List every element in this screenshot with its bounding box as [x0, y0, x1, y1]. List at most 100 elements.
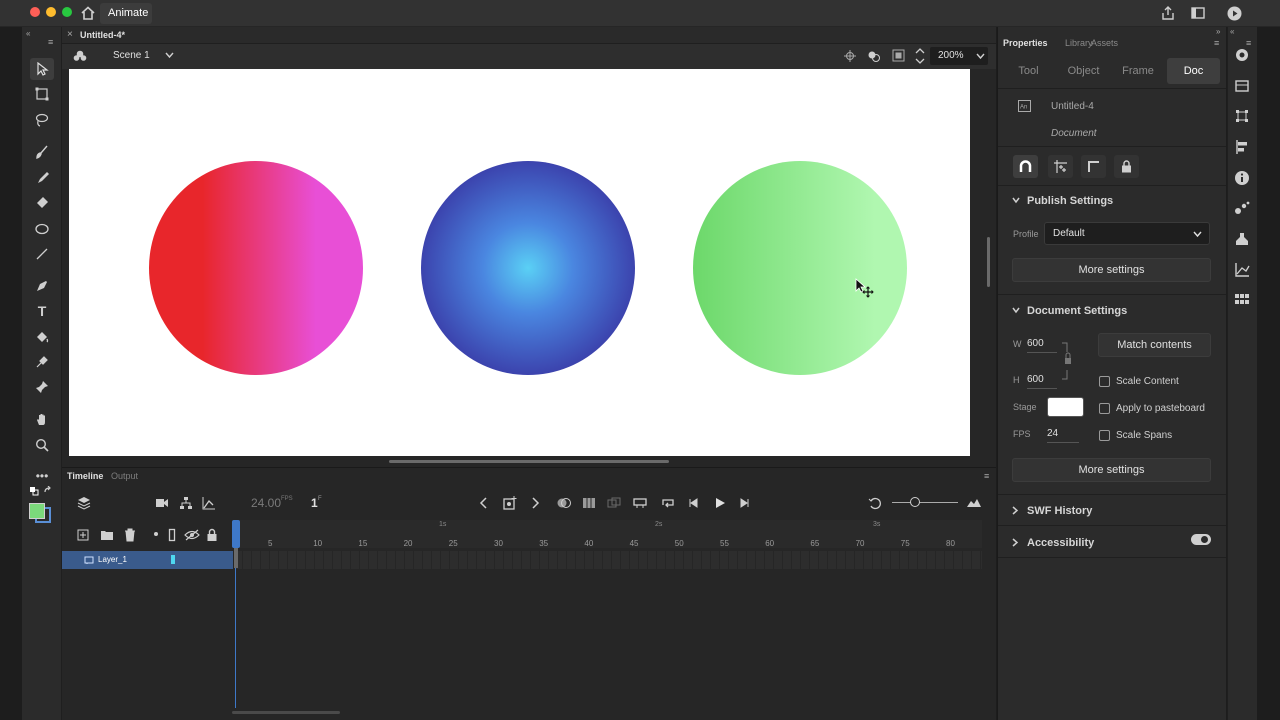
vertical-scrollbar[interactable] [987, 237, 990, 287]
width-input[interactable]: 600 [1027, 338, 1044, 349]
layer-frames[interactable] [234, 551, 982, 569]
red-pink-gradient-circle[interactable] [149, 161, 363, 375]
scene-name[interactable]: Scene 1 [113, 50, 150, 61]
timeline-scrollbar[interactable] [232, 711, 340, 714]
create-tween-icon[interactable] [607, 497, 621, 509]
insert-blank-keyframe-icon[interactable] [633, 497, 647, 509]
fps-input[interactable]: 24 [1047, 428, 1058, 439]
graph-icon[interactable] [202, 496, 216, 510]
scale-spans-label[interactable]: Scale Spans [1116, 430, 1172, 441]
current-frame[interactable]: 1 [311, 496, 318, 510]
pen-tool-icon[interactable] [30, 275, 54, 297]
panel-menu-icon[interactable]: ≡ [984, 471, 989, 481]
blue-radial-gradient-circle[interactable] [421, 161, 635, 375]
lasso-tool-icon[interactable] [30, 109, 54, 131]
layer-parenting-icon[interactable] [179, 496, 193, 510]
components-panel-icon[interactable] [1234, 231, 1250, 247]
swatches-panel-icon[interactable] [1234, 292, 1250, 308]
paint-brush-tool-icon[interactable] [30, 141, 54, 163]
free-transform-tool-icon[interactable] [30, 83, 54, 105]
timeline-tab[interactable]: Timeline [67, 471, 103, 481]
more-tools-icon[interactable]: ••• [30, 465, 54, 487]
previous-keyframe-icon[interactable] [479, 497, 489, 509]
oval-tool-icon[interactable] [30, 218, 54, 240]
stage[interactable] [69, 69, 970, 456]
accessibility-toggle[interactable] [1191, 534, 1211, 545]
line-tool-icon[interactable] [30, 243, 54, 265]
publish-more-settings-button[interactable]: More settings [1012, 258, 1211, 282]
clip-content-icon[interactable] [892, 49, 905, 62]
tab-object[interactable]: Object [1058, 58, 1109, 84]
new-layer-icon[interactable] [77, 529, 89, 541]
maximize-window-button[interactable] [62, 7, 72, 17]
home-icon[interactable] [81, 6, 95, 20]
fps-value[interactable]: 24.00 [251, 496, 281, 510]
panel-menu-icon[interactable]: ≡ [48, 37, 53, 47]
insert-keyframe-icon[interactable] [503, 496, 517, 510]
properties-tab[interactable]: Properties [1003, 38, 1048, 48]
frame-ruler[interactable] [234, 520, 982, 548]
chevron-right-icon[interactable] [1012, 538, 1019, 547]
swap-colors-icon[interactable] [43, 486, 53, 496]
collapse-icon[interactable]: « [1230, 27, 1234, 36]
document-more-settings-button[interactable]: More settings [1012, 458, 1211, 482]
outline-toggle-icon[interactable] [168, 528, 176, 542]
library-tab[interactable]: Library [1065, 38, 1093, 48]
playhead[interactable] [232, 520, 240, 548]
layer-row[interactable]: Layer_1 [62, 551, 233, 569]
layers-icon[interactable] [77, 496, 91, 510]
default-colors-icon[interactable] [29, 486, 39, 496]
swf-history-header[interactable]: SWF History [1027, 505, 1092, 517]
eraser-tool-icon[interactable] [30, 191, 54, 213]
fit-frames-icon[interactable] [966, 496, 982, 508]
collapse-icon[interactable]: « [26, 29, 30, 38]
center-stage-icon[interactable] [844, 50, 856, 62]
tab-doc[interactable]: Doc [1167, 58, 1220, 84]
selection-tool-icon[interactable] [30, 58, 54, 80]
horizontal-scrollbar[interactable] [389, 460, 669, 463]
close-window-button[interactable] [30, 7, 40, 17]
text-tool-icon[interactable]: T [30, 300, 54, 322]
scale-spans-checkbox[interactable] [1099, 430, 1110, 441]
rulers-button[interactable] [1048, 155, 1073, 178]
frame-scale-slider-track[interactable] [892, 502, 958, 503]
motion-presets-icon[interactable] [1234, 200, 1250, 216]
layer-name[interactable]: Layer_1 [98, 555, 127, 564]
next-keyframe-icon[interactable] [530, 497, 540, 509]
new-folder-icon[interactable] [100, 529, 114, 541]
loop-icon[interactable] [661, 497, 675, 509]
output-tab[interactable]: Output [111, 471, 138, 481]
document-settings-header[interactable]: Document Settings [1027, 305, 1127, 317]
workspace-icon[interactable] [1191, 7, 1205, 19]
scale-content-label[interactable]: Scale Content [1116, 376, 1179, 387]
fill-color-swatch[interactable] [29, 503, 45, 519]
eyedropper-tool-icon[interactable] [30, 351, 54, 373]
chevron-down-icon[interactable] [1012, 197, 1020, 204]
match-contents-button[interactable]: Match contents [1098, 333, 1211, 357]
apply-pasteboard-label[interactable]: Apply to pasteboard [1116, 403, 1205, 414]
frame-scale-slider-handle[interactable] [910, 497, 920, 507]
layer-color-indicator[interactable] [171, 555, 175, 564]
highlight-layer-icon[interactable] [154, 532, 158, 536]
publish-settings-header[interactable]: Publish Settings [1027, 195, 1113, 207]
hide-all-icon[interactable] [184, 529, 200, 541]
lock-all-icon[interactable] [206, 528, 218, 542]
zoom-tool-icon[interactable] [30, 434, 54, 456]
collapse-icon[interactable]: » [1216, 27, 1220, 36]
chevron-right-icon[interactable] [1012, 506, 1019, 515]
scale-content-checkbox[interactable] [1099, 376, 1110, 387]
rewind-icon[interactable] [868, 496, 882, 510]
zoom-stepper-icon[interactable] [915, 47, 925, 65]
close-tab-icon[interactable]: × [67, 29, 73, 40]
info-panel-icon[interactable] [1234, 170, 1250, 186]
edit-multiple-frames-icon[interactable] [582, 497, 596, 509]
lock-guides-button[interactable] [1114, 155, 1139, 178]
hand-tool-icon[interactable] [30, 408, 54, 430]
tab-frame[interactable]: Frame [1112, 58, 1164, 84]
onion-skin-icon[interactable] [556, 497, 572, 509]
snap-to-objects-button[interactable] [1013, 155, 1038, 178]
step-back-icon[interactable] [688, 497, 700, 509]
assets-panel-icon[interactable] [1234, 47, 1250, 63]
play-icon[interactable] [714, 497, 726, 509]
transform-panel-icon[interactable] [1234, 108, 1250, 124]
